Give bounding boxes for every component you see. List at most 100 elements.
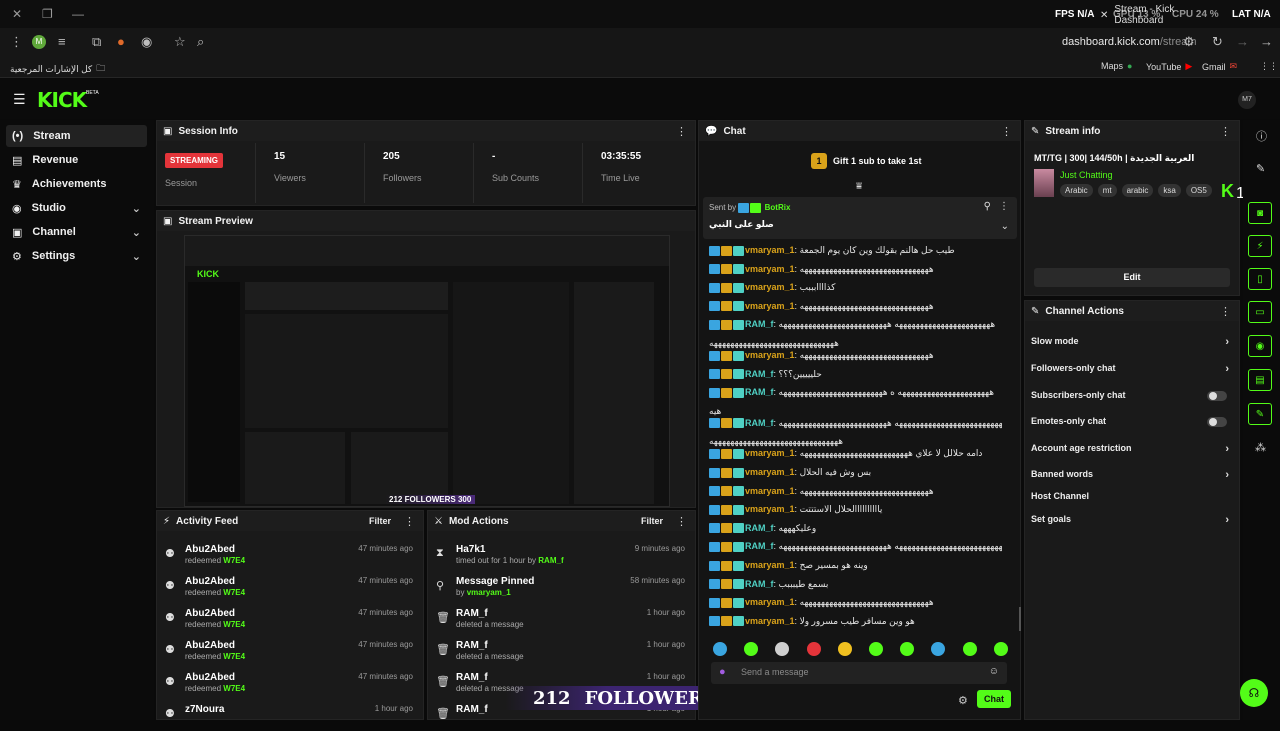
channel-action-set-goals[interactable]: Set goals ›: [1031, 514, 1229, 536]
chat-message[interactable]: vmaryam_1: ههههههههههههههههههههههههههههه…: [709, 597, 1002, 608]
edit-stream-button[interactable]: Edit: [1034, 268, 1230, 287]
chat-username[interactable]: vmaryam_1: [745, 486, 795, 496]
chat-message[interactable]: RAM_f: بسمع طيبببب: [709, 579, 1002, 590]
activity-row[interactable]: ⚉ z7Noura 1 hour ago: [157, 699, 423, 731]
bookmark-gmail[interactable]: Gmail ✉: [1202, 61, 1237, 72]
mod-filter-button[interactable]: Filter: [641, 516, 663, 526]
activity-row[interactable]: ⚉ Abu2Abed redeemed W7E4 47 minutes ago: [157, 635, 423, 667]
kebab-menu-icon[interactable]: ⋮: [1220, 305, 1231, 318]
pencil-icon[interactable]: ✎: [1256, 162, 1265, 175]
channel-action-subscribers-only-chat[interactable]: Subscribers-only chat: [1031, 390, 1229, 412]
minimize-window-icon[interactable]: —: [72, 7, 84, 21]
kebab-menu-icon[interactable]: ⋮: [1220, 125, 1231, 138]
chat-username[interactable]: RAM_f: [745, 387, 774, 397]
wrench-icon[interactable]: ✎: [1248, 403, 1272, 425]
nav-channel[interactable]: ▣ Channel ⌄: [6, 221, 147, 243]
chat-message[interactable]: vmaryam_1: ههههههههههههههههههههههههههههه…: [709, 301, 1002, 312]
chat-username[interactable]: vmaryam_1: [745, 448, 795, 458]
chat-username[interactable]: vmaryam_1: [745, 467, 795, 477]
emote-icon[interactable]: [931, 642, 946, 656]
chat-message[interactable]: ههههههههههههههههههههههههههههههه: [709, 338, 1002, 349]
emote-icon[interactable]: [993, 642, 1008, 656]
emote-icon[interactable]: [962, 642, 977, 656]
community-icon[interactable]: ⁂: [1255, 441, 1266, 454]
chat-settings-icon[interactable]: ⚙: [958, 694, 968, 707]
kebab-menu-icon[interactable]: ⋮: [676, 515, 687, 528]
restore-window-icon[interactable]: ❐: [42, 7, 53, 21]
chat-username[interactable]: RAM_f: [745, 523, 774, 533]
chat-username[interactable]: vmaryam_1: [745, 301, 795, 311]
chat-username[interactable]: RAM_f: [745, 541, 774, 551]
close-window-icon[interactable]: ✕: [12, 7, 22, 21]
chat-message[interactable]: vmaryam_1: ههههههههههههههههههههههههههههه…: [709, 264, 1002, 275]
zoom-icon[interactable]: ⌕: [197, 34, 204, 50]
lightning-icon[interactable]: ⚡: [1248, 235, 1272, 257]
emoji-icon[interactable]: ☺: [989, 666, 999, 677]
bookmark-star-icon[interactable]: ☆: [174, 34, 186, 50]
camera-icon[interactable]: ◙: [1248, 202, 1272, 224]
chat-username[interactable]: vmaryam_1: [745, 245, 795, 255]
more-bookmarks-icon[interactable]: ⋮⋮: [1260, 61, 1278, 72]
mod-action-row[interactable]: 🗑 RAM_f deleted a message 1 hour ago: [428, 603, 695, 635]
chat-message[interactable]: RAM_f: ههههههههههههههههههههههههههه ههههه…: [709, 418, 1002, 429]
vpn-icon[interactable]: ◉: [141, 34, 152, 50]
mod-action-row[interactable]: 🗑 RAM_f deleted a message 1 hour ago: [428, 635, 695, 667]
emote-icon[interactable]: [869, 642, 883, 656]
channel-action-account-age-restriction[interactable]: Account age restriction ›: [1031, 443, 1229, 465]
chat-message[interactable]: RAM_f: حلييييين؟؟؟: [709, 369, 1002, 380]
activity-row[interactable]: ⚉ Abu2Abed redeemed W7E4 47 minutes ago: [157, 603, 423, 635]
user-avatar[interactable]: M7: [1238, 91, 1256, 109]
chat-message[interactable]: vmaryam_1: دامه حلالل لا علاي هههههههههه…: [709, 448, 1002, 460]
chat-username[interactable]: RAM_f: [745, 319, 774, 329]
brave-icon[interactable]: ●: [117, 34, 125, 49]
site-settings-icon[interactable]: ⚙: [1183, 34, 1195, 50]
extensions-icon[interactable]: ⧉: [92, 34, 101, 50]
close-tab-icon[interactable]: ✕: [1100, 10, 1108, 21]
mod-action-row[interactable]: ⧗ Ha7k1 timed out for 1 hour by RAM_f 9 min…: [428, 539, 695, 571]
hamburger-menu-icon[interactable]: ☰: [13, 91, 26, 108]
menu-dots-icon[interactable]: ⋮: [10, 34, 23, 50]
emote-picker-icon[interactable]: ●: [719, 666, 726, 678]
stream-tag[interactable]: arabic: [1121, 184, 1154, 197]
back-icon[interactable]: →: [1260, 34, 1273, 49]
chat-username[interactable]: RAM_f: [745, 369, 774, 379]
chat-username[interactable]: vmaryam_1: [745, 264, 795, 274]
kebab-menu-icon[interactable]: ⋮: [999, 201, 1009, 212]
toggle-switch[interactable]: [1207, 391, 1227, 401]
clip-icon[interactable]: ▯: [1248, 268, 1272, 290]
nav-settings[interactable]: ⚙ Settings ⌄: [6, 245, 147, 267]
chat-message[interactable]: RAM_f: هههههههههههههههههههههههه هههههههه…: [709, 319, 1002, 331]
stream-tag[interactable]: ksa: [1158, 184, 1181, 197]
stream-preview-video[interactable]: KICK 212 FOLLOWERS 300: [184, 235, 670, 507]
chat-message[interactable]: vmaryam_1: ههههههههههههههههههههههههههههه…: [709, 350, 1002, 361]
nav-achievements[interactable]: ♛ Achievements: [6, 173, 147, 195]
chat-username[interactable]: RAM_f: [745, 418, 774, 428]
channel-action-followers-only-chat[interactable]: Followers-only chat ›: [1031, 363, 1229, 385]
stream-tag[interactable]: mt: [1097, 184, 1117, 197]
pinned-message[interactable]: Sent by BotRix صلو على النبي ⚲ ⋮ ⌄: [703, 197, 1017, 239]
chat-username[interactable]: RAM_f: [745, 579, 774, 589]
chevron-down-icon[interactable]: ⌄: [1001, 221, 1009, 232]
chat-username[interactable]: vmaryam_1: [745, 560, 795, 570]
info-icon[interactable]: ⓘ: [1256, 128, 1267, 144]
broadcast-icon[interactable]: ◉: [1248, 335, 1272, 357]
emote-icon[interactable]: [775, 642, 790, 656]
stream-tag[interactable]: OS5: [1185, 184, 1212, 197]
stream-tag[interactable]: Arabic: [1060, 184, 1093, 197]
nav-stream[interactable]: (•) Stream: [6, 125, 147, 147]
kebab-menu-icon[interactable]: ⋮: [404, 515, 415, 528]
chat-username[interactable]: vmaryam_1: [745, 282, 795, 292]
chat-message[interactable]: vmaryam_1: بس وش فيه الحلال: [709, 467, 1002, 478]
url-field[interactable]: dashboard.kick.com/stream: [1062, 36, 1197, 48]
emote-icon[interactable]: [806, 642, 821, 656]
ad-icon[interactable]: ▤: [1248, 369, 1272, 391]
mod-action-row[interactable]: ⚲ Message Pinned by vmaryam_1 58 minutes ag…: [428, 571, 695, 603]
chat-message[interactable]: هيه: [709, 406, 1002, 417]
chat-input[interactable]: ● Send a message ☺: [711, 662, 1007, 684]
chat-message[interactable]: vmaryam_1: ههههههههههههههههههههههههههههه…: [709, 486, 1002, 497]
chat-message[interactable]: RAM_f: ههههههههههههههههههههههه ه ههههههه…: [709, 387, 1002, 398]
emote-icon[interactable]: [744, 642, 759, 656]
chat-message[interactable]: هههههههههههههههههههههههههههههههه: [709, 436, 1002, 447]
chat-message[interactable]: vmaryam_1: كذاااابببب: [709, 282, 1002, 293]
stream-category[interactable]: Just Chatting: [1060, 170, 1113, 180]
